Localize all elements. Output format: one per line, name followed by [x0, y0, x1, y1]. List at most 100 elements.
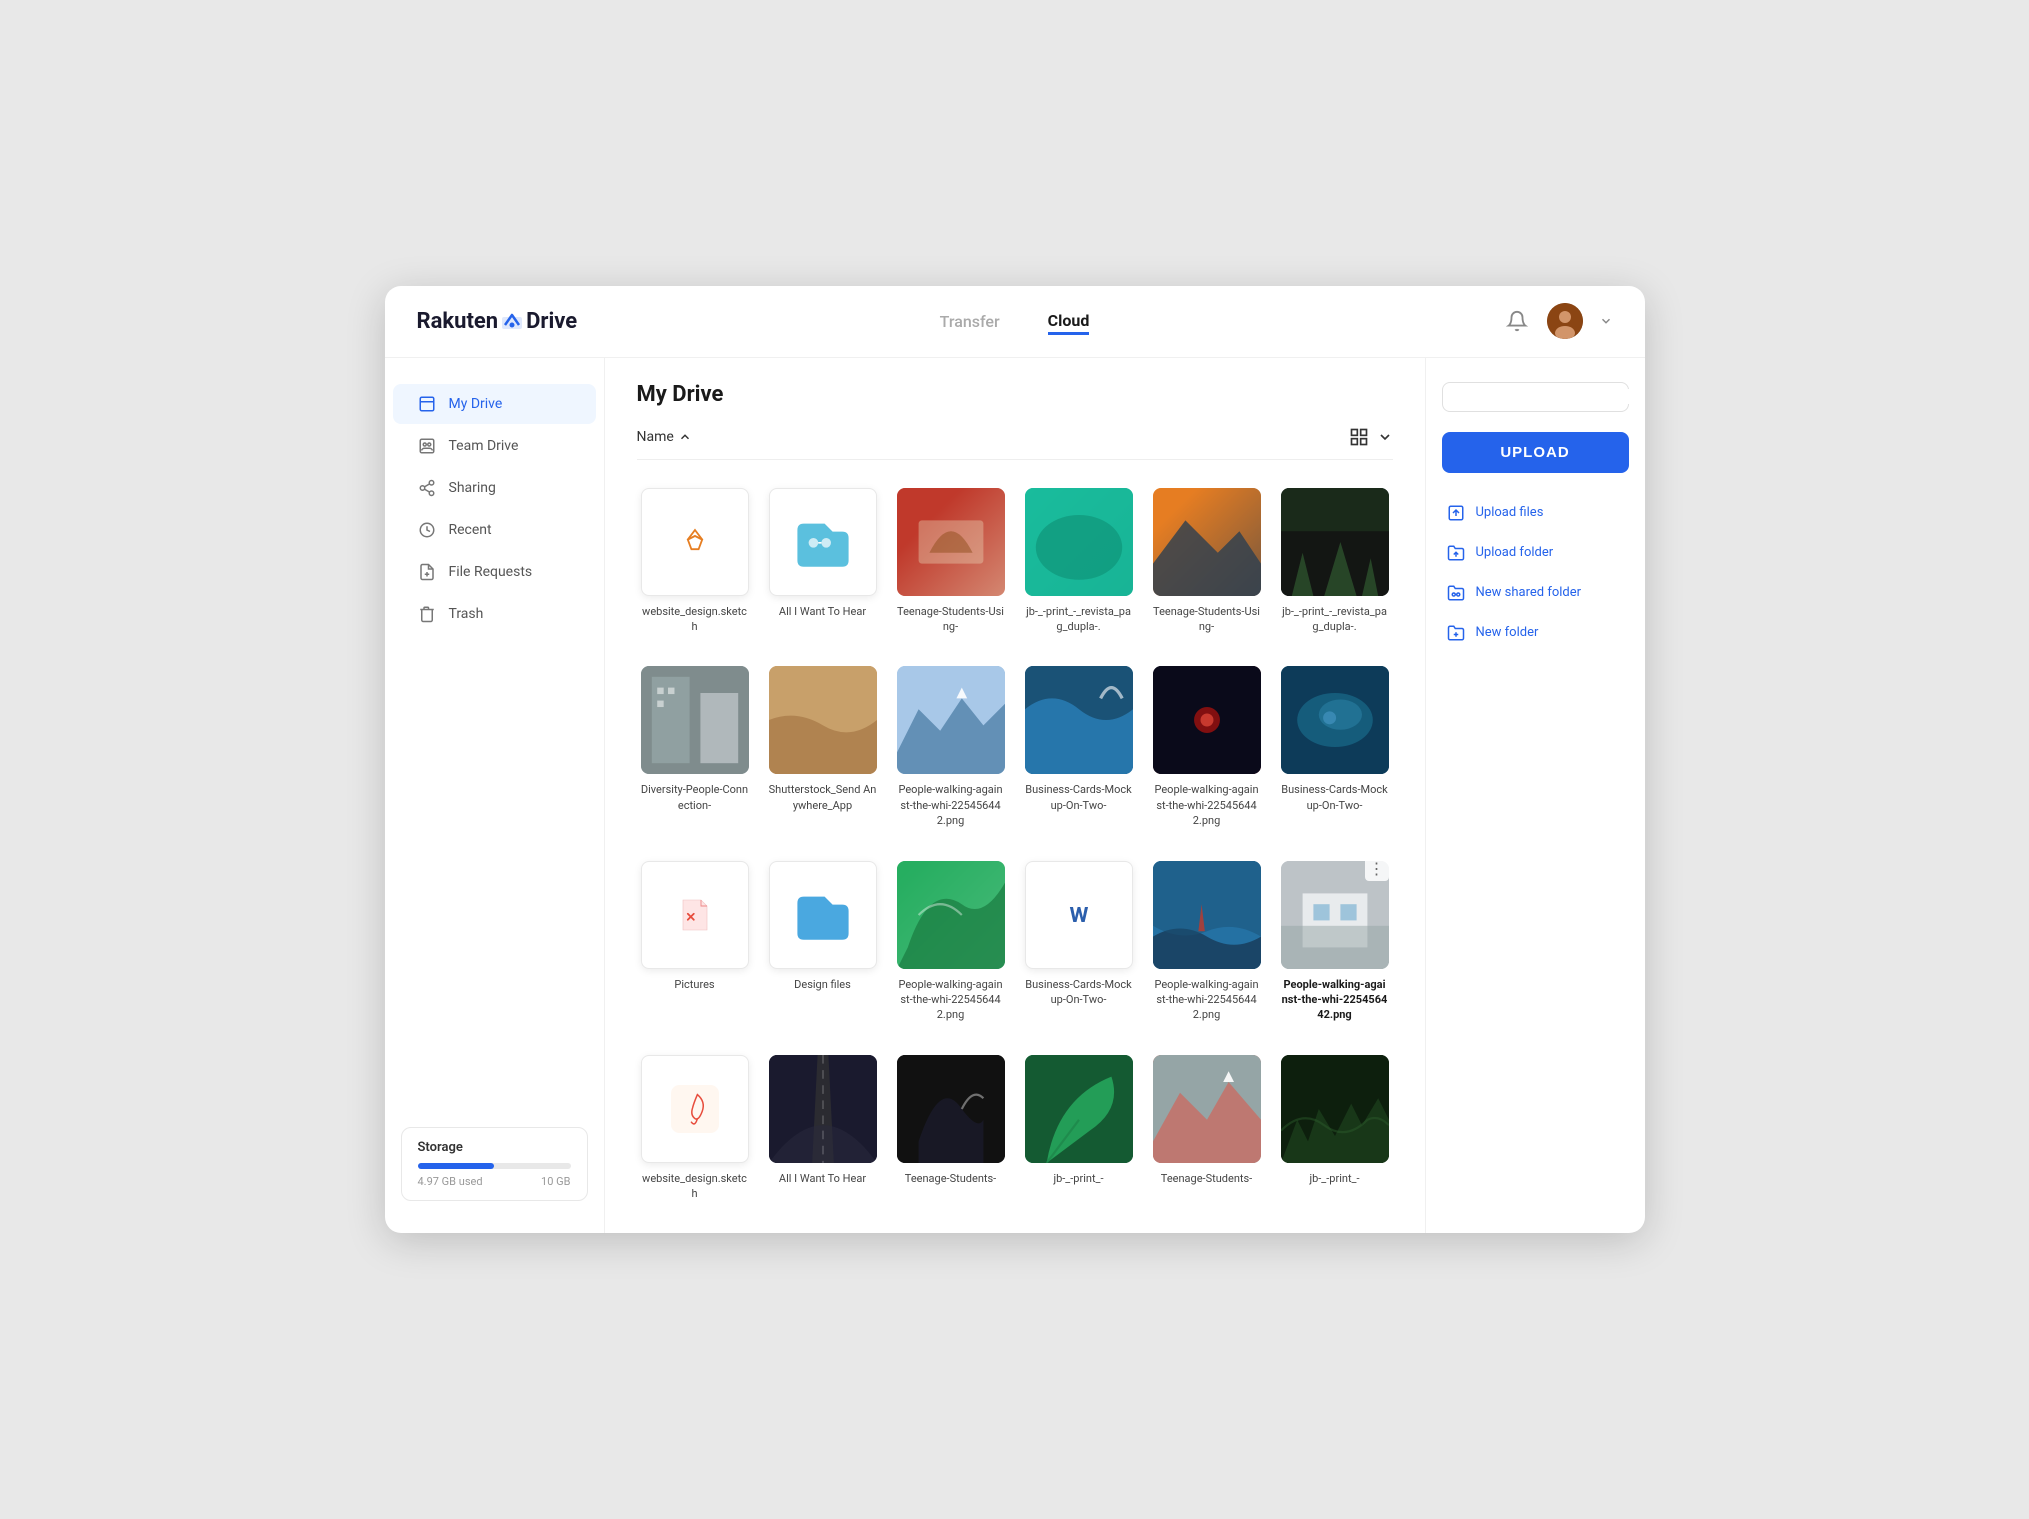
- storage-used: 4.97 GB used: [418, 1175, 483, 1188]
- file-item[interactable]: W Business-Cards-Mockup-On-Two-: [1021, 853, 1137, 1031]
- sidebar-label-file-requests: File Requests: [449, 564, 533, 580]
- file-thumbnail: [1025, 488, 1133, 596]
- new-shared-folder-icon: [1446, 583, 1466, 603]
- header-right: [1413, 303, 1613, 339]
- file-item[interactable]: All I Want To Hear: [765, 1047, 881, 1210]
- toolbar: Name: [637, 427, 1393, 460]
- logo-drive: Drive: [526, 309, 577, 334]
- file-item[interactable]: Shutterstock_Send Anywhere_App: [765, 658, 881, 836]
- body: My Drive Team Drive: [385, 358, 1645, 1234]
- file-item[interactable]: Teenage-Students-Using-: [1149, 480, 1265, 643]
- file-thumbnail: [897, 1055, 1005, 1163]
- file-thumbnail: [897, 488, 1005, 596]
- user-avatar[interactable]: [1547, 303, 1583, 339]
- upload-files-icon: [1446, 503, 1466, 523]
- sidebar-item-sharing[interactable]: Sharing: [393, 468, 596, 508]
- file-item[interactable]: Teenage-Students-: [1149, 1047, 1265, 1210]
- sidebar-label-team-drive: Team Drive: [449, 438, 519, 454]
- sidebar-label-sharing: Sharing: [449, 480, 496, 496]
- sidebar-item-trash[interactable]: Trash: [393, 594, 596, 634]
- app-window: Rakuten Drive Transfer Cloud: [385, 286, 1645, 1234]
- new-shared-folder-label: New shared folder: [1476, 585, 1582, 600]
- file-item[interactable]: Pictures: [637, 853, 753, 1031]
- file-thumbnail: [1281, 1055, 1389, 1163]
- file-item[interactable]: jb-_-print_-_revista_pag_dupla-.: [1277, 480, 1393, 643]
- file-item[interactable]: jb-_-print_-_revista_pag_dupla-.: [1021, 480, 1137, 643]
- search-box[interactable]: [1442, 382, 1629, 412]
- file-item[interactable]: jb-_-print_-: [1277, 1047, 1393, 1210]
- user-chevron-icon[interactable]: [1599, 314, 1613, 328]
- sort-button[interactable]: Name: [637, 429, 692, 445]
- file-item[interactable]: Business-Cards-Mockup-On-Two-: [1277, 658, 1393, 836]
- file-item[interactable]: website_design.sketch: [637, 480, 753, 643]
- file-item[interactable]: Teenage-Students-Using-: [893, 480, 1009, 643]
- file-name: jb-_-print_-_revista_pag_dupla-.: [1025, 604, 1133, 635]
- logo: Rakuten Drive: [417, 309, 617, 334]
- file-item[interactable]: jb-_-print_-: [1021, 1047, 1137, 1210]
- file-name: Business-Cards-Mockup-On-Two-: [1025, 782, 1133, 813]
- file-thumbnail: [1153, 666, 1261, 774]
- recent-icon: [417, 520, 437, 540]
- view-toggle-button[interactable]: [1349, 427, 1393, 447]
- new-shared-folder-button[interactable]: New shared folder: [1442, 573, 1629, 613]
- file-name: jb-_-print_-: [1309, 1171, 1359, 1186]
- file-thumbnail: [769, 861, 877, 969]
- search-input[interactable]: [1453, 389, 1629, 404]
- file-thumbnail: [1025, 1055, 1133, 1163]
- team-drive-icon: [417, 436, 437, 456]
- drive-logo-icon: [501, 312, 523, 330]
- file-item[interactable]: website_design.sketch: [637, 1047, 753, 1210]
- file-thumbnail: W: [1025, 861, 1133, 969]
- file-item[interactable]: People-walking-against-the-whi-225456442…: [893, 853, 1009, 1031]
- file-item[interactable]: Business-Cards-Mockup-On-Two-: [1021, 658, 1137, 836]
- upload-folder-icon: [1446, 543, 1466, 563]
- sidebar-item-file-requests[interactable]: File Requests: [393, 552, 596, 592]
- file-item[interactable]: People-walking-against-the-whi-225456442…: [1149, 658, 1265, 836]
- sidebar-item-recent[interactable]: Recent: [393, 510, 596, 550]
- new-folder-label: New folder: [1476, 625, 1539, 640]
- file-thumbnail: [641, 861, 749, 969]
- file-grid: website_design.sketch All I Want To Hear: [637, 480, 1393, 1210]
- file-name: Teenage-Students-: [905, 1171, 996, 1186]
- file-thumbnail: [897, 861, 1005, 969]
- sidebar-nav: My Drive Team Drive: [385, 382, 604, 1112]
- sidebar-item-team-drive[interactable]: Team Drive: [393, 426, 596, 466]
- upload-button[interactable]: UPLOAD: [1442, 432, 1629, 473]
- file-name: Business-Cards-Mockup-On-Two-: [1281, 782, 1389, 813]
- file-item[interactable]: ⋮ People-walking-against-the-whi-2254564…: [1277, 853, 1393, 1031]
- tab-transfer[interactable]: Transfer: [940, 308, 1000, 335]
- svg-text:W: W: [1069, 903, 1088, 928]
- file-item[interactable]: Diversity-People-Connection-: [637, 658, 753, 836]
- file-name: Pictures: [674, 977, 714, 992]
- sort-label: Name: [637, 429, 674, 445]
- file-name: Teenage-Students-Using-: [897, 604, 1005, 635]
- upload-folder-button[interactable]: Upload folder: [1442, 533, 1629, 573]
- sidebar-label-my-drive: My Drive: [449, 396, 503, 412]
- file-name: website_design.sketch: [641, 604, 749, 635]
- file-name: jb-_-print_-: [1053, 1171, 1103, 1186]
- upload-files-label: Upload files: [1476, 505, 1544, 520]
- sort-chevron-icon: [1377, 429, 1393, 445]
- file-more-options-icon[interactable]: ⋮: [1365, 857, 1389, 881]
- file-thumbnail: [1153, 488, 1261, 596]
- nav-tabs: Transfer Cloud: [617, 307, 1413, 335]
- upload-files-button[interactable]: Upload files: [1442, 493, 1629, 533]
- file-thumbnail: [1281, 488, 1389, 596]
- notification-bell-icon[interactable]: [1503, 307, 1531, 335]
- file-item[interactable]: People-walking-against-the-whi-225456442…: [1149, 853, 1265, 1031]
- file-item[interactable]: Teenage-Students-: [893, 1047, 1009, 1210]
- sidebar-item-my-drive[interactable]: My Drive: [393, 384, 596, 424]
- file-name: Teenage-Students-: [1161, 1171, 1252, 1186]
- file-thumbnail: [641, 666, 749, 774]
- storage-box: Storage 4.97 GB used 10 GB: [401, 1127, 588, 1201]
- new-folder-button[interactable]: New folder: [1442, 613, 1629, 653]
- file-item[interactable]: All I Want To Hear: [765, 480, 881, 643]
- trash-icon: [417, 604, 437, 624]
- file-thumbnail: [897, 666, 1005, 774]
- file-item[interactable]: Design files: [765, 853, 881, 1031]
- storage-info: 4.97 GB used 10 GB: [418, 1175, 571, 1188]
- storage-label: Storage: [418, 1140, 571, 1155]
- tab-cloud[interactable]: Cloud: [1048, 307, 1090, 335]
- file-item[interactable]: People-walking-against-the-whi-225456442…: [893, 658, 1009, 836]
- sidebar-label-trash: Trash: [449, 606, 484, 622]
